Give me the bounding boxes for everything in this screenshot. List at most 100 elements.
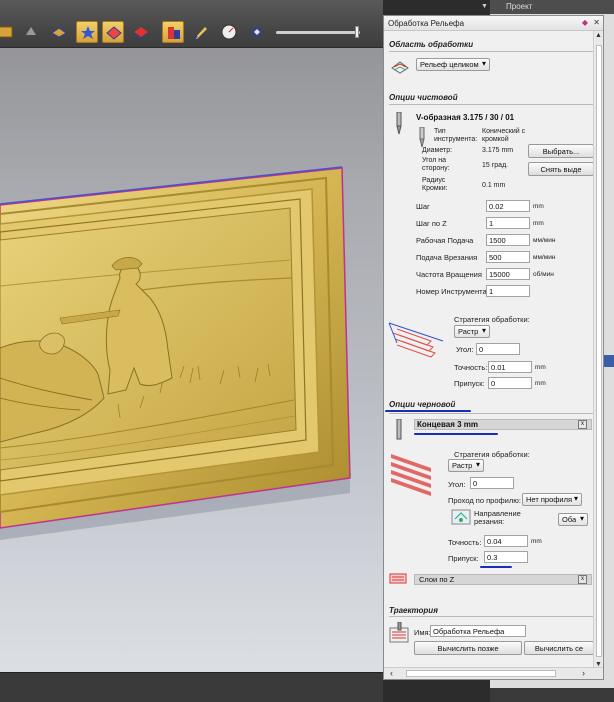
divider xyxy=(389,413,593,414)
finish-strategy-select[interactable]: Растр xyxy=(454,325,490,338)
project-bottom-bar xyxy=(490,688,614,702)
deselect-tool-button[interactable]: Снять выде xyxy=(528,162,594,176)
spindle-speed-label: Частота Вращения xyxy=(416,270,482,279)
rough-strategy-label: Стратегия обработки: xyxy=(454,450,530,459)
step-label: Шаг xyxy=(416,202,430,211)
finish-tool-name[interactable]: V-образная 3.175 / 30 / 01 xyxy=(414,113,592,124)
plunge-label: Подача Врезания xyxy=(416,253,478,262)
rough-tolerance-unit: mm xyxy=(531,538,542,545)
project-tab[interactable]: Проект xyxy=(490,0,614,14)
feed-unit: мм/мин xyxy=(533,237,556,244)
pin-icon[interactable]: ◆ xyxy=(582,18,588,27)
panel-dropdown-arrow-icon[interactable]: ▼ xyxy=(481,3,488,10)
tool-type-value: Конический с кромкой xyxy=(482,128,526,143)
step-unit: mm xyxy=(533,203,544,210)
selection-marker xyxy=(604,355,614,367)
zoom-slider-thumb[interactable] xyxy=(355,26,359,38)
panel-title: Обработка Рельефа xyxy=(388,19,465,28)
vertical-scrollbar[interactable]: ▲ ▼ xyxy=(593,31,603,669)
annotation-underline xyxy=(385,410,471,412)
close-icon[interactable]: ✕ xyxy=(593,18,600,27)
viewport-toolbar xyxy=(0,0,383,48)
relief-machining-panel: Обработка Рельефа ◆ ✕ Область обработки … xyxy=(383,15,604,680)
finish-tolerance-input[interactable]: 0.01 xyxy=(488,361,532,373)
toolpath-name-label: Имя: xyxy=(414,628,431,637)
diamond-icon[interactable] xyxy=(246,21,268,43)
plunge-unit: мм/мин xyxy=(533,254,556,261)
relief-area-icon xyxy=(391,61,409,74)
divider xyxy=(389,104,593,105)
plunge-input[interactable]: 500 xyxy=(486,251,530,263)
tool-type-label: Тип инструмента: xyxy=(434,128,478,143)
profile-pass-select[interactable]: Нет профиля xyxy=(522,493,582,506)
3d-viewport[interactable] xyxy=(0,0,383,702)
spindle-speed-unit: об/мин xyxy=(533,271,554,278)
brush-icon[interactable] xyxy=(190,21,212,43)
viewport-status-strip xyxy=(0,672,383,702)
scroll-left-icon[interactable]: ‹ xyxy=(390,668,393,678)
relief-icon[interactable] xyxy=(48,21,70,43)
finish-strategy-label: Стратегия обработки: xyxy=(454,315,530,324)
toolpath-icon xyxy=(389,622,409,643)
z-level-icon xyxy=(389,573,407,584)
scroll-right-icon[interactable]: › xyxy=(582,668,585,678)
finish-tolerance-label: Точность: xyxy=(454,363,488,372)
rough-heading: Опции черновой xyxy=(389,400,456,409)
box-icon[interactable] xyxy=(0,21,16,43)
remove-tool-icon[interactable]: x xyxy=(578,420,587,429)
horizontal-scroll-thumb[interactable] xyxy=(406,670,556,677)
compute-later-button[interactable]: Вычислить позже xyxy=(414,641,522,655)
rough-strategy-select[interactable]: Растр xyxy=(448,459,484,472)
tool-number-label: Номер Инструмента xyxy=(416,287,487,296)
finish-angle-input[interactable]: 0 xyxy=(476,343,520,355)
gauge-icon[interactable] xyxy=(218,21,240,43)
rough-angle-input[interactable]: 0 xyxy=(470,477,514,489)
rough-tolerance-label: Точность: xyxy=(448,538,482,547)
edge-radius-label: Радиус Кромки: xyxy=(422,177,448,192)
star-icon[interactable] xyxy=(76,21,98,43)
step-input[interactable]: 0.02 xyxy=(486,200,530,212)
toolpath-name-input[interactable]: Обработка Рельефа xyxy=(430,625,526,637)
spindle-speed-input[interactable]: 15000 xyxy=(486,268,530,280)
z-level-bar[interactable]: Слои по Z xyxy=(414,574,592,585)
finish-allowance-input[interactable]: 0 xyxy=(488,377,532,389)
relief-model xyxy=(0,166,351,540)
select-tool-button[interactable]: Выбрать... xyxy=(528,144,594,158)
cut-direction-select[interactable]: Оба xyxy=(558,513,588,526)
zoom-slider[interactable] xyxy=(276,31,360,34)
end-mill-icon xyxy=(396,419,402,440)
hand-icon[interactable] xyxy=(20,21,42,43)
finish-heading: Опции чистовой xyxy=(389,93,458,102)
fill-icon[interactable] xyxy=(102,21,124,43)
feed-label: Рабочая Подача xyxy=(416,236,474,245)
finish-angle-label: Угол: xyxy=(456,345,474,354)
panel-title-bar: Обработка Рельефа ◆ ✕ xyxy=(384,16,603,31)
finish-tolerance-unit: mm xyxy=(535,364,546,371)
rough-tolerance-input[interactable]: 0.04 xyxy=(484,535,528,547)
annotation-underline xyxy=(414,433,498,435)
stepz-input[interactable]: 1 xyxy=(486,217,530,229)
feed-input[interactable]: 1500 xyxy=(486,234,530,246)
side-angle-value: 15 град. xyxy=(482,162,509,169)
tool-number-input[interactable]: 1 xyxy=(486,285,530,297)
stepz-unit: mm xyxy=(533,220,544,227)
remove-z-level-icon[interactable]: x xyxy=(578,575,587,584)
scroll-up-icon[interactable]: ▲ xyxy=(595,32,602,39)
compute-now-button[interactable]: Вычислить се xyxy=(524,641,594,655)
horizontal-scrollbar[interactable]: ‹ › xyxy=(384,667,603,679)
finish-allowance-unit: mm xyxy=(535,380,546,387)
color-icon[interactable] xyxy=(162,21,184,43)
profile-pass-label: Проход по профилю: xyxy=(448,496,521,505)
area-heading: Область обработки xyxy=(389,40,474,49)
finish-allowance-label: Припуск: xyxy=(454,379,485,388)
rough-allowance-label: Припуск: xyxy=(448,554,479,563)
diameter-value: 3.175 mm xyxy=(482,147,514,154)
rough-tool-name[interactable]: Концевая 3 mm xyxy=(414,419,592,430)
vertical-scroll-thumb[interactable] xyxy=(596,45,602,657)
layer-icon[interactable] xyxy=(130,21,152,43)
rough-angle-label: Угол: xyxy=(448,480,466,489)
area-select[interactable]: Рельеф целиком xyxy=(416,58,490,71)
diameter-label: Диаметр: xyxy=(422,147,453,154)
rough-allowance-input[interactable]: 0.3 xyxy=(484,551,528,563)
side-angle-label: Угол на сторону: xyxy=(422,157,450,172)
